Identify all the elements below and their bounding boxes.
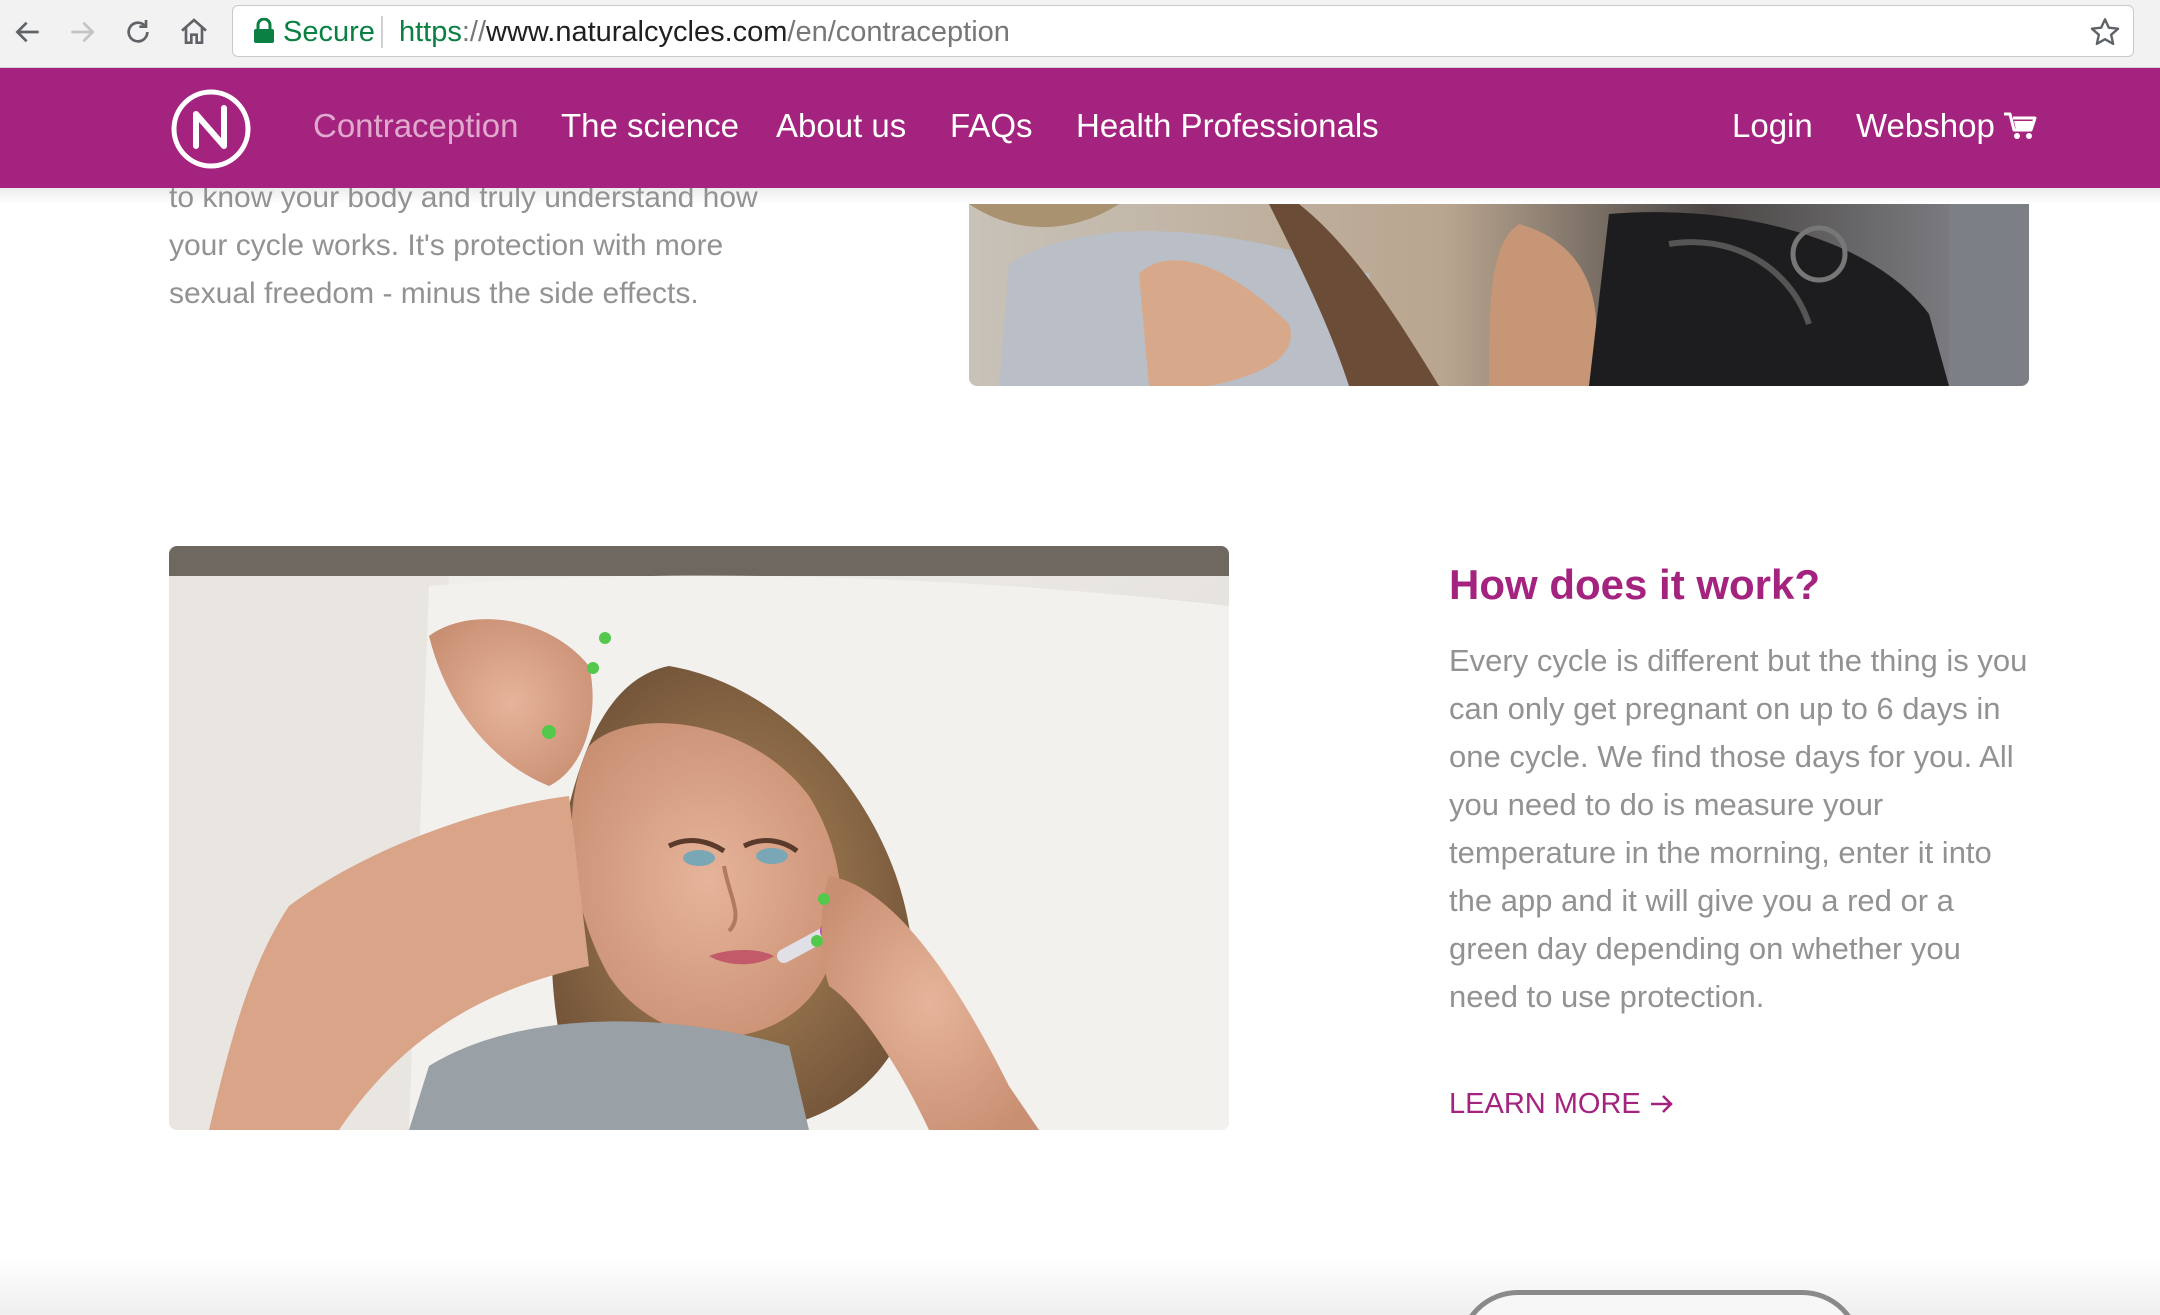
reload-icon[interactable]: [116, 10, 160, 54]
home-icon[interactable]: [172, 10, 216, 54]
url-text[interactable]: https://www.naturalcycles.com/en/contrac…: [399, 14, 1010, 50]
nav-the-science[interactable]: The science: [561, 104, 739, 148]
cart-icon: [2003, 112, 2037, 139]
intro-paragraph: to know your body and truly understand h…: [169, 188, 758, 310]
learn-more-link[interactable]: LEARN MORE: [1449, 1084, 1675, 1124]
friends-photo: [969, 204, 2029, 386]
nav-faqs[interactable]: FAQs: [950, 104, 1033, 148]
learn-more-label: LEARN MORE: [1449, 1088, 1641, 1120]
arrow-right-icon: [1650, 1095, 1673, 1113]
back-arrow-icon[interactable]: [6, 10, 50, 54]
nav-login[interactable]: Login: [1732, 104, 1813, 148]
nav-contraception[interactable]: Contraception: [313, 104, 518, 148]
intro-section: to know your body and truly understand h…: [169, 188, 789, 358]
natural-cycles-logo[interactable]: [170, 88, 252, 170]
woman-thermometer-photo: [169, 546, 1229, 1130]
browser-toolbar: Secure https://www.naturalcycles.com/en/…: [0, 0, 2160, 68]
device-illustration: [1458, 1290, 1862, 1315]
nav-webshop[interactable]: Webshop: [1856, 104, 2037, 148]
site-header: Contraception The science About us FAQs …: [0, 68, 2160, 188]
how-it-works-body: Every cycle is different but the thing i…: [1449, 643, 2028, 1014]
lock-icon: [254, 18, 274, 43]
how-it-works-title: How does it work?: [1449, 561, 1821, 608]
secure-label: Secure: [283, 16, 375, 48]
url-divider: [381, 16, 383, 48]
star-icon[interactable]: [2089, 16, 2121, 48]
nav-health-professionals[interactable]: Health Professionals: [1076, 104, 1379, 148]
forward-arrow-icon[interactable]: [60, 10, 104, 54]
webshop-label: Webshop: [1856, 107, 1995, 144]
nav-about-us[interactable]: About us: [776, 104, 906, 148]
address-bar[interactable]: Secure https://www.naturalcycles.com/en/…: [232, 5, 2134, 57]
